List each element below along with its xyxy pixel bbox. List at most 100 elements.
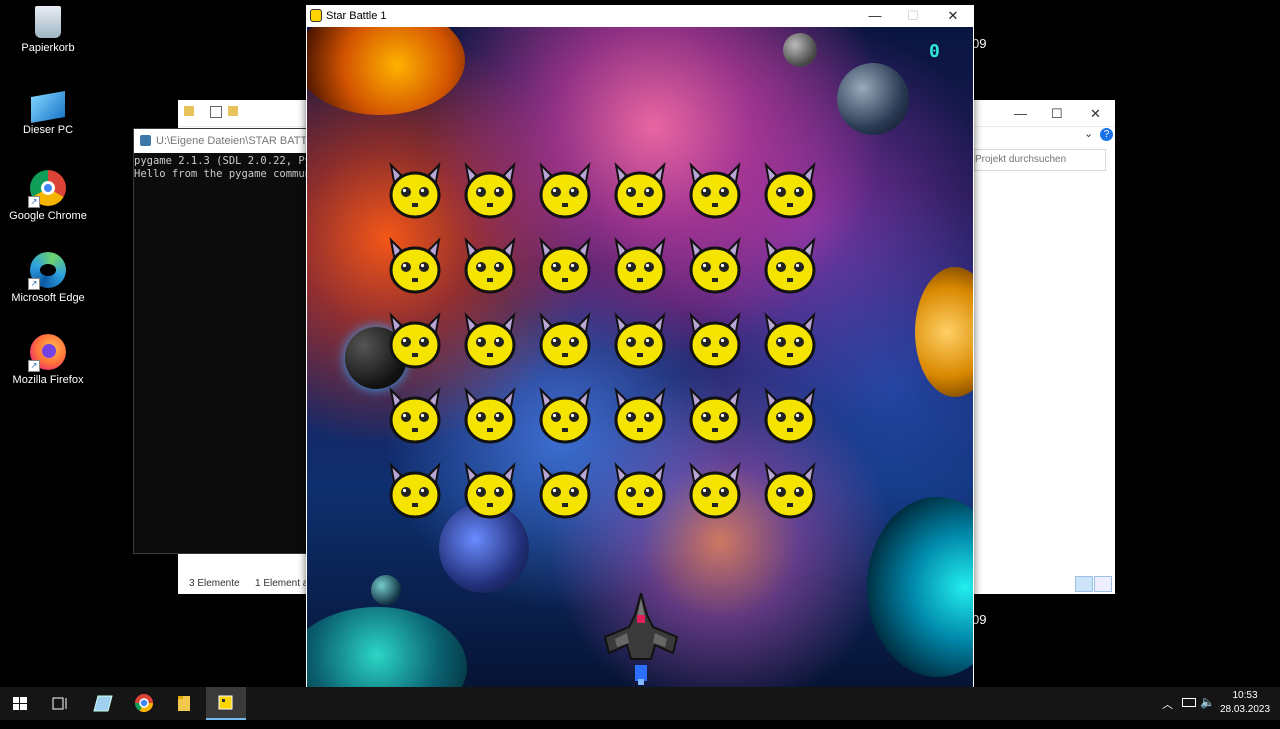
large-icons-view-button[interactable] — [1094, 576, 1112, 592]
battery-icon[interactable] — [1182, 698, 1196, 707]
planet — [783, 33, 817, 67]
alien-enemy — [610, 311, 670, 371]
planet — [371, 575, 401, 605]
game-minimize-button[interactable]: — — [860, 7, 890, 25]
chrome-icon — [135, 694, 153, 713]
desktop-icon-label: Dieser PC — [22, 124, 74, 136]
desktop-icon-recycle-bin[interactable]: Papierkorb — [8, 6, 88, 54]
score-display: 0 — [929, 41, 940, 62]
python-icon — [140, 135, 151, 146]
desktop-icon-label: Papierkorb — [21, 42, 75, 54]
file-explorer-icon — [178, 696, 190, 711]
alien-enemy — [535, 311, 595, 371]
alien-enemy — [760, 311, 820, 371]
folder-icon — [184, 106, 194, 116]
desktop-icon-label: Google Chrome — [9, 210, 87, 222]
alien-enemy — [385, 311, 445, 371]
console-title: U:\Eigene Dateien\STAR BATTLE 1 — [156, 135, 307, 147]
desktop-icon-label: Mozilla Firefox — [12, 374, 84, 386]
volume-muted-icon[interactable]: 🔈 — [1200, 695, 1215, 728]
alien-enemy — [610, 236, 670, 296]
alien-enemy — [535, 161, 595, 221]
task-view-icon — [52, 697, 67, 710]
console-output: pygame 2.1.3 (SDL 2.0.22, Pyt Hello from… — [134, 155, 306, 180]
game-window[interactable]: Star Battle 1 — ☐ ✕ 0 — [306, 5, 974, 687]
status-selected: 1 Element a — [255, 578, 309, 589]
alien-enemy — [535, 386, 595, 446]
taskbar-chrome[interactable] — [124, 687, 164, 720]
alien-enemy — [685, 161, 745, 221]
planet — [837, 63, 909, 135]
desktop-icon-firefox[interactable]: ↗ Mozilla Firefox — [8, 334, 88, 386]
taskbar-pygame[interactable] — [206, 687, 246, 720]
firefox-icon: ↗ — [28, 334, 66, 372]
taskbar: ︿ 🔈 10:53 28.03.2023 — [0, 687, 1280, 720]
folder-icon — [228, 106, 238, 116]
alien-enemy — [460, 311, 520, 371]
shortcut-arrow-icon: ↗ — [28, 360, 40, 372]
shortcut-arrow-icon: ↗ — [28, 278, 40, 290]
alien-enemy — [460, 236, 520, 296]
game-canvas[interactable]: 0 — [307, 27, 973, 687]
start-button[interactable] — [0, 687, 40, 720]
recycle-bin-icon — [35, 6, 61, 38]
desktop-icon-chrome[interactable]: ↗ Google Chrome — [8, 170, 88, 222]
explorer-minimize-button[interactable]: — — [1014, 106, 1027, 121]
console-window: U:\Eigene Dateien\STAR BATTLE 1 pygame 2… — [133, 128, 307, 554]
start-icon — [13, 697, 27, 710]
alien-enemy — [385, 386, 445, 446]
alien-enemy — [385, 236, 445, 296]
partial-text: 09 — [972, 612, 987, 627]
alien-enemy — [760, 236, 820, 296]
details-view-button[interactable] — [1075, 576, 1093, 592]
pygame-icon — [310, 9, 322, 22]
pygame-icon — [218, 695, 233, 710]
alien-enemy — [385, 461, 445, 521]
alien-enemy — [685, 236, 745, 296]
alien-enemy — [535, 461, 595, 521]
planet — [867, 497, 973, 677]
game-close-button[interactable]: ✕ — [938, 7, 968, 25]
desktop-icon-label: Microsoft Edge — [11, 292, 85, 304]
search-input[interactable] — [974, 149, 1106, 171]
help-icon[interactable]: ? — [1100, 128, 1113, 141]
game-title: Star Battle 1 — [326, 10, 387, 22]
alien-enemy — [760, 386, 820, 446]
clock[interactable]: 10:53 28.03.2023 — [1216, 689, 1274, 717]
game-titlebar[interactable]: Star Battle 1 — ☐ ✕ — [306, 5, 974, 27]
partial-text: 09 — [972, 36, 987, 51]
task-view-button[interactable] — [40, 687, 80, 720]
alien-enemy — [460, 161, 520, 221]
alien-enemy — [610, 461, 670, 521]
console-titlebar: U:\Eigene Dateien\STAR BATTLE 1 — [134, 129, 306, 153]
chevron-up-icon[interactable]: ︿ — [1162, 696, 1173, 729]
alien-enemy — [760, 461, 820, 521]
checkbox-icon — [210, 106, 222, 118]
planet — [307, 27, 465, 115]
shortcut-arrow-icon: ↗ — [28, 196, 40, 208]
explorer-maximize-button[interactable]: ☐ — [1051, 106, 1063, 122]
alien-grid — [385, 161, 820, 521]
alien-enemy — [760, 161, 820, 221]
alien-enemy — [610, 161, 670, 221]
desktop-icon-this-pc[interactable]: Dieser PC — [8, 88, 88, 136]
planet — [307, 607, 467, 687]
taskbar-file-explorer[interactable] — [164, 687, 204, 720]
chevron-down-icon[interactable]: ⌄ — [1084, 127, 1093, 140]
alien-enemy — [460, 386, 520, 446]
clock-date: 28.03.2023 — [1219, 704, 1271, 715]
game-maximize-button[interactable]: ☐ — [898, 7, 928, 25]
planet — [915, 267, 973, 397]
clock-time: 10:53 — [1232, 690, 1258, 701]
desktop-icon-edge[interactable]: ↗ Microsoft Edge — [8, 252, 88, 304]
alien-enemy — [685, 386, 745, 446]
player-spaceship — [601, 589, 681, 687]
taskbar-notepad[interactable] — [82, 687, 122, 720]
alien-enemy — [385, 161, 445, 221]
alien-enemy — [460, 461, 520, 521]
notepad-icon — [93, 695, 113, 712]
explorer-close-button[interactable]: ✕ — [1090, 106, 1101, 122]
alien-enemy — [610, 386, 670, 446]
alien-enemy — [535, 236, 595, 296]
alien-enemy — [685, 461, 745, 521]
